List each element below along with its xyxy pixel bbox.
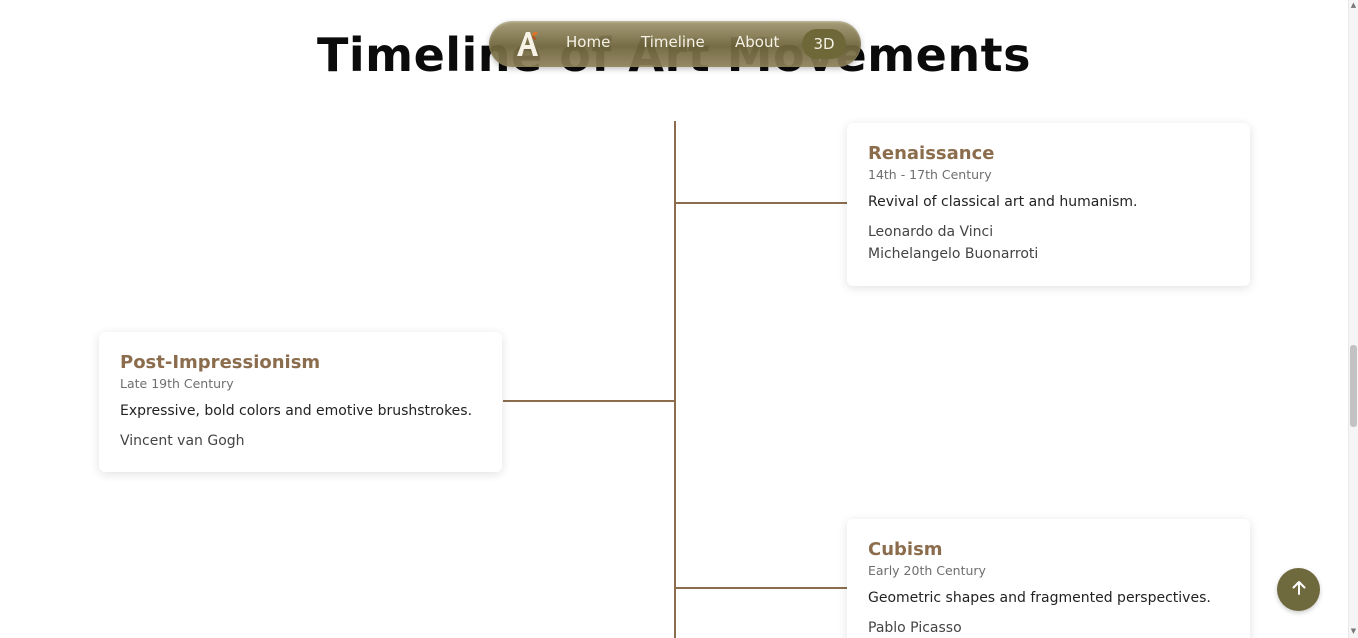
artist-list: Leonardo da Vinci Michelangelo Buonarrot… (868, 221, 1229, 265)
nav-about-link[interactable]: About (735, 33, 779, 51)
nav-home-link[interactable]: Home (566, 33, 610, 51)
artist-name: Vincent van Gogh (120, 433, 245, 449)
timeline-connector (675, 202, 847, 204)
timeline-card-post-impressionism: Post-Impressionism Late 19th Century Exp… (99, 332, 502, 472)
scroll-to-top-button[interactable] (1277, 568, 1320, 611)
page-scrollbar[interactable] (1348, 0, 1358, 638)
artist-name: Pablo Picasso (868, 620, 962, 636)
card-description: Revival of classical art and humanism. (868, 194, 1138, 210)
timeline-axis (674, 121, 676, 638)
card-description: Expressive, bold colors and emotive brus… (120, 403, 473, 419)
timeline-connector (675, 587, 847, 589)
scroll-up-arrow-icon[interactable]: ▲ (1350, 1, 1357, 9)
nav-timeline-link[interactable]: Timeline (641, 33, 705, 51)
card-title: Cubism (868, 539, 943, 560)
scroll-down-arrow-icon[interactable]: ▼ (1350, 627, 1357, 635)
timeline-card-renaissance: Renaissance 14th - 17th Century Revival … (847, 123, 1250, 286)
logo-icon[interactable] (511, 28, 543, 60)
card-period: Early 20th Century (868, 563, 986, 578)
artist-name: Leonardo da Vinci (868, 224, 994, 240)
main-navbar: Home Timeline About 3D (489, 21, 861, 67)
artist-list: Vincent van Gogh (120, 430, 481, 452)
artist-list: Pablo Picasso (868, 617, 1229, 638)
artist-name: Michelangelo Buonarroti (868, 246, 1039, 262)
card-description: Geometric shapes and fragmented perspect… (868, 590, 1211, 606)
timeline-connector (503, 400, 675, 402)
card-period: Late 19th Century (120, 376, 234, 391)
card-title: Post-Impressionism (120, 352, 321, 373)
nav-3d-link[interactable]: 3D (802, 29, 846, 59)
timeline-card-cubism: Cubism Early 20th Century Geometric shap… (847, 519, 1250, 638)
scrollbar-thumb[interactable] (1350, 345, 1357, 427)
arrow-up-icon (1290, 579, 1308, 600)
card-period: 14th - 17th Century (868, 167, 992, 182)
card-title: Renaissance (868, 143, 995, 164)
